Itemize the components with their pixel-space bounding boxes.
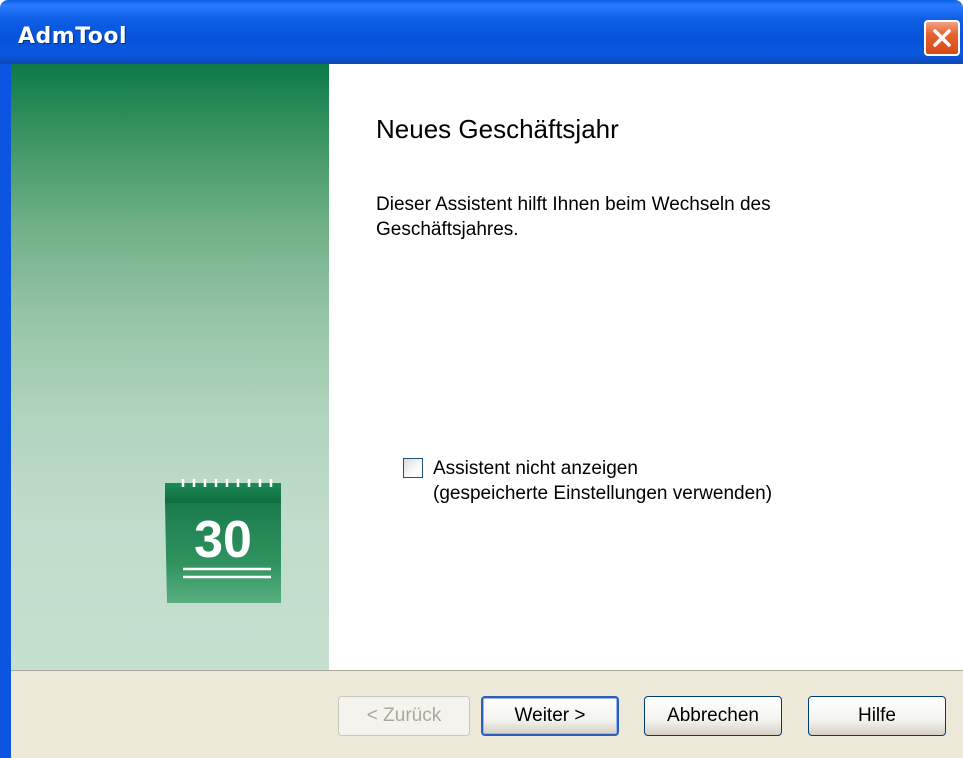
wizard-content: Neues Geschäftsjahr Dieser Assistent hil… <box>329 64 963 670</box>
title-bar: AdmTool <box>0 0 963 64</box>
calendar-icon: 30 <box>165 479 281 603</box>
checkbox-label-line1: Assistent nicht anzeigen <box>433 458 638 479</box>
checkbox-label-line2: (gespeicherte Einstellungen verwenden) <box>433 483 773 504</box>
dont-show-wizard-checkbox[interactable] <box>403 458 423 478</box>
next-button[interactable]: Weiter > <box>481 696 619 736</box>
window-title: AdmTool <box>18 24 128 49</box>
page-title: Neues Geschäftsjahr <box>376 114 619 144</box>
wizard-description: Dieser Assistent hilft Ihnen beim Wechse… <box>376 194 771 240</box>
dont-show-wizard-label[interactable]: Assistent nicht anzeigen (gespeicherte E… <box>433 456 772 506</box>
wizard-side-panel: 30 <box>11 64 329 670</box>
back-button[interactable]: < Zurück <box>338 696 470 736</box>
cancel-button[interactable]: Abbrechen <box>644 696 782 736</box>
help-button[interactable]: Hilfe <box>808 696 946 736</box>
calendar-day-number: 30 <box>194 511 252 569</box>
window-frame-left <box>0 64 11 758</box>
close-button[interactable] <box>924 20 960 56</box>
close-icon <box>933 29 951 47</box>
